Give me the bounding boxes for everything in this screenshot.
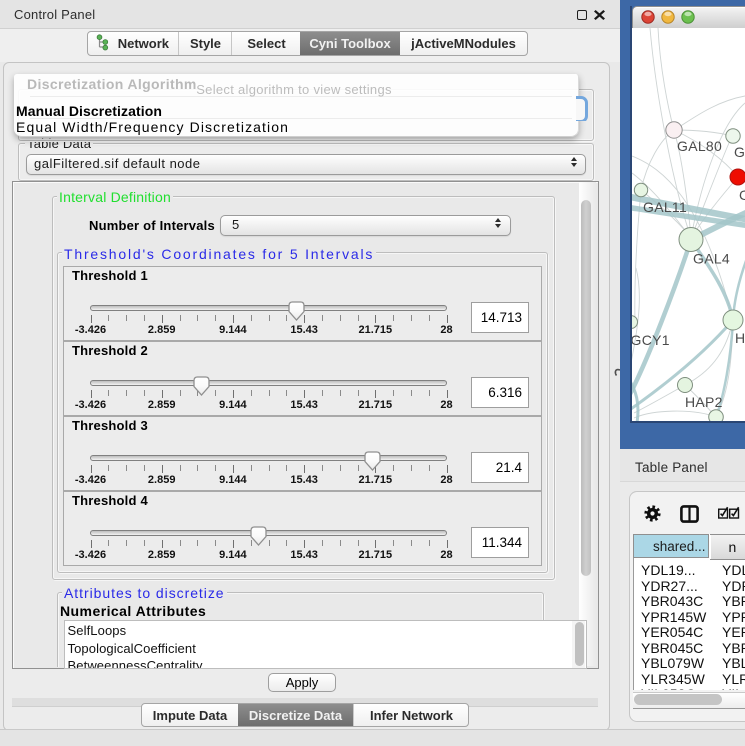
svg-text:HAP2: HAP2 xyxy=(685,394,723,410)
svg-text:C: C xyxy=(739,187,745,203)
svg-text:GCY1: GCY1 xyxy=(632,332,670,348)
svg-text:H: H xyxy=(735,330,745,346)
svg-text:GAL80: GAL80 xyxy=(677,138,722,154)
svg-text:GAL4: GAL4 xyxy=(693,251,730,267)
svg-text:G.: G. xyxy=(734,144,745,160)
svg-text:GAL11: GAL11 xyxy=(643,199,687,215)
